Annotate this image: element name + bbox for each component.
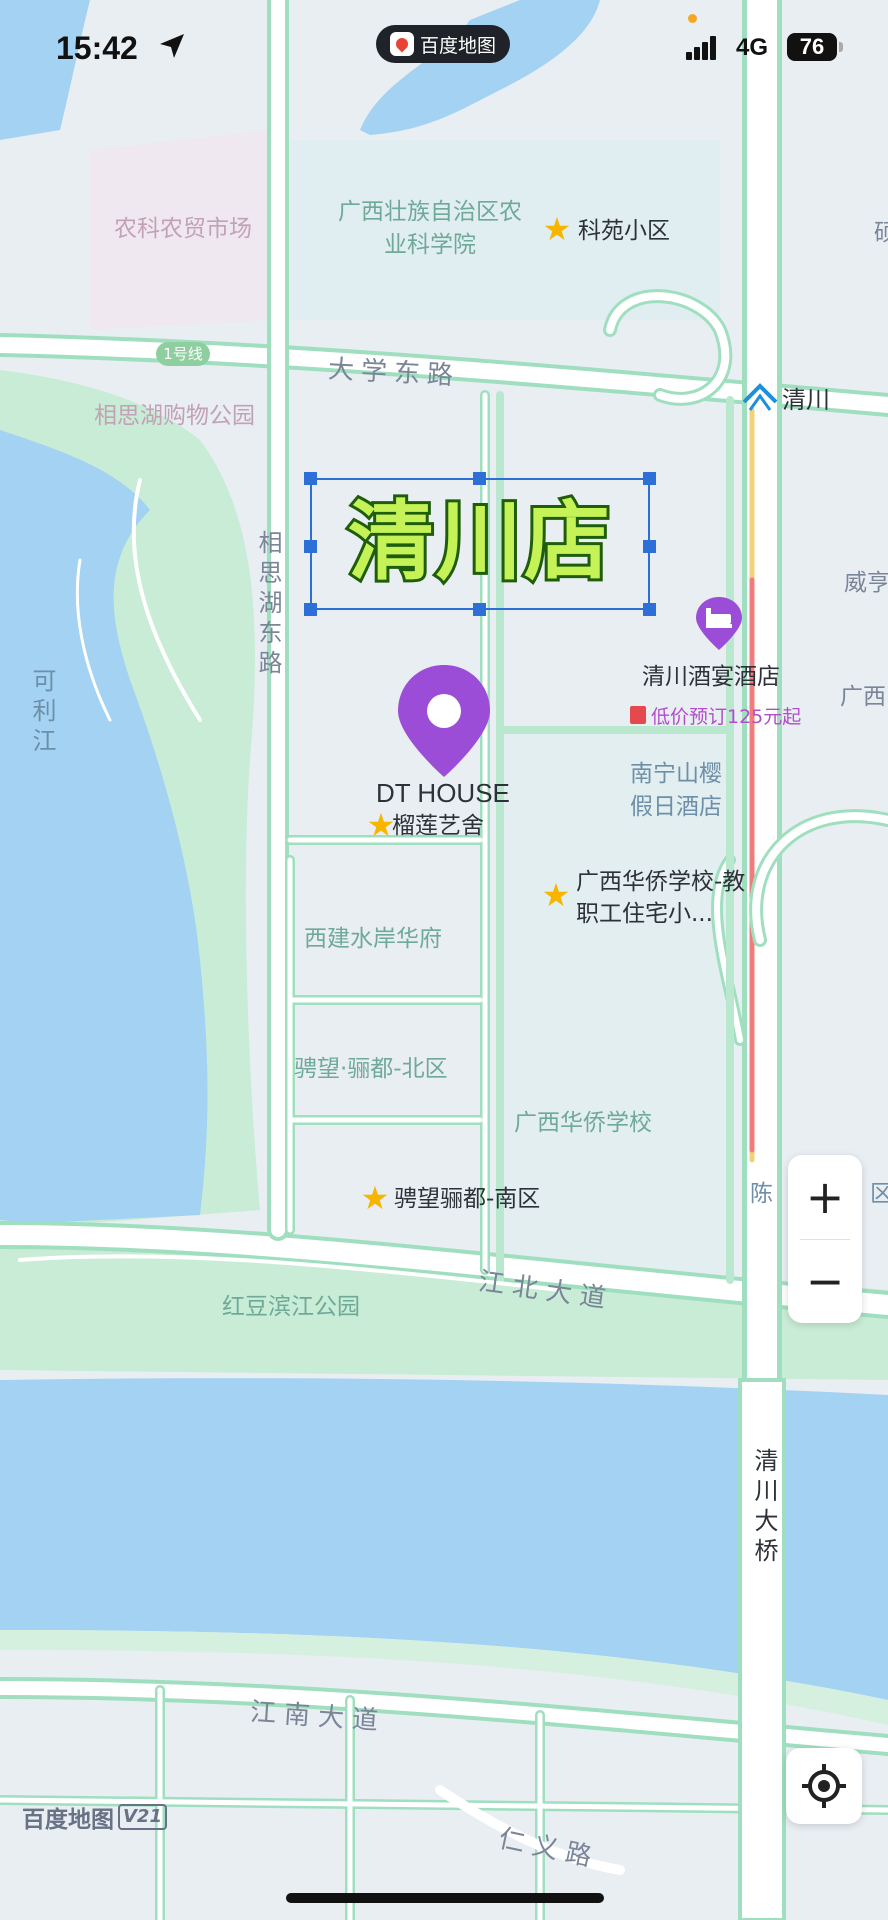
map-canvas[interactable] xyxy=(0,0,888,1920)
resize-handle-tl[interactable] xyxy=(304,472,317,485)
star-icon: ★ xyxy=(542,210,572,248)
battery-level: 76 xyxy=(787,33,837,61)
metro-station-icon xyxy=(748,384,772,408)
metro-line-badge[interactable]: 1号线 xyxy=(156,342,210,366)
poi-liulian[interactable]: 榴莲艺舍 xyxy=(392,815,484,838)
status-time: 15:42 xyxy=(56,30,138,66)
home-indicator[interactable] xyxy=(286,1893,604,1903)
resize-handle-mr[interactable] xyxy=(643,540,656,553)
hotel-pin-icon[interactable] xyxy=(694,596,744,652)
watermark-brand: 百度地图 xyxy=(22,1807,114,1833)
star-icon: ★ xyxy=(541,876,571,914)
hotel-promo[interactable]: 低价预订125元起 xyxy=(630,702,801,728)
star-icon: ★ xyxy=(360,1179,390,1217)
shanying-hotel-label[interactable]: 南宁山樱假日酒店 xyxy=(630,758,740,824)
weiheng-label: 威亨 xyxy=(844,570,888,596)
qu-edge-label: 区 xyxy=(870,1181,888,1207)
selected-place-pin-icon[interactable] xyxy=(396,663,492,779)
signal-strength-icon xyxy=(686,36,716,60)
zoom-controls: + − xyxy=(788,1155,862,1323)
selected-place-name[interactable]: DT HOUSE xyxy=(376,780,510,806)
resize-handle-br[interactable] xyxy=(643,603,656,616)
network-type: 4G xyxy=(736,34,769,61)
market-label[interactable]: 农科农贸市场 xyxy=(114,218,252,241)
resize-handle-bl[interactable] xyxy=(304,603,317,616)
app-switch-pill[interactable]: 百度地图 xyxy=(376,25,510,63)
coupon-icon xyxy=(630,706,646,724)
battery-icon xyxy=(839,42,843,52)
school-label[interactable]: 广西华侨学校 xyxy=(514,1112,652,1135)
chen-edge-label: 陈 xyxy=(750,1181,773,1207)
zoom-in-button[interactable]: + xyxy=(788,1155,862,1239)
street-xiangsihu-east: 相思湖东路 xyxy=(254,530,282,680)
location-arrow-icon xyxy=(160,34,184,58)
park-mall-label[interactable]: 相思湖购物公园 xyxy=(94,405,255,428)
poi-keyuan[interactable]: 科苑小区 xyxy=(578,220,670,243)
bridge-qingchuan: 清川大桥 xyxy=(750,1448,778,1568)
store-title-label[interactable]: 清川店 xyxy=(320,482,640,602)
edge-label-right: 硕 xyxy=(874,220,888,246)
map-watermark: 百度地图 V21 xyxy=(22,1800,167,1834)
poi-pinwang-south[interactable]: 骋望骊都-南区 xyxy=(394,1188,540,1211)
watermark-version: V21 xyxy=(118,1804,167,1830)
locate-me-button[interactable] xyxy=(786,1748,862,1824)
privacy-indicator-dot xyxy=(688,14,697,23)
resize-handle-bm[interactable] xyxy=(473,603,486,616)
hongdou-park-label[interactable]: 红豆滨江公园 xyxy=(222,1296,360,1319)
street-daxue-east: 大学东路 xyxy=(327,354,461,392)
crosshair-icon xyxy=(802,1764,846,1808)
baidu-map-logo-icon xyxy=(389,32,414,56)
zoom-out-button[interactable]: − xyxy=(788,1239,862,1323)
resize-handle-tr[interactable] xyxy=(643,472,656,485)
resize-handle-ml[interactable] xyxy=(304,540,317,553)
academy-label[interactable]: 广西壮族自治区农业科学院 xyxy=(335,196,525,262)
xijian-label[interactable]: 西建水岸华府 xyxy=(304,928,442,951)
metro-station-qingchuan[interactable]: 清川 xyxy=(782,388,830,412)
guangxi-edge-label: 广西 xyxy=(840,684,886,710)
hotel-promo-text: 低价预订125元起 xyxy=(651,705,802,728)
pinwang-north-label[interactable]: 骋望·骊都-北区 xyxy=(294,1058,448,1081)
hotel-name[interactable]: 清川酒宴酒店 xyxy=(642,666,780,689)
river-keli: 可利江 xyxy=(28,668,56,758)
app-name: 百度地图 xyxy=(419,34,496,57)
poi-huaqiao-dorm[interactable]: 广西华侨学校-教职工住宅小... xyxy=(576,866,751,930)
